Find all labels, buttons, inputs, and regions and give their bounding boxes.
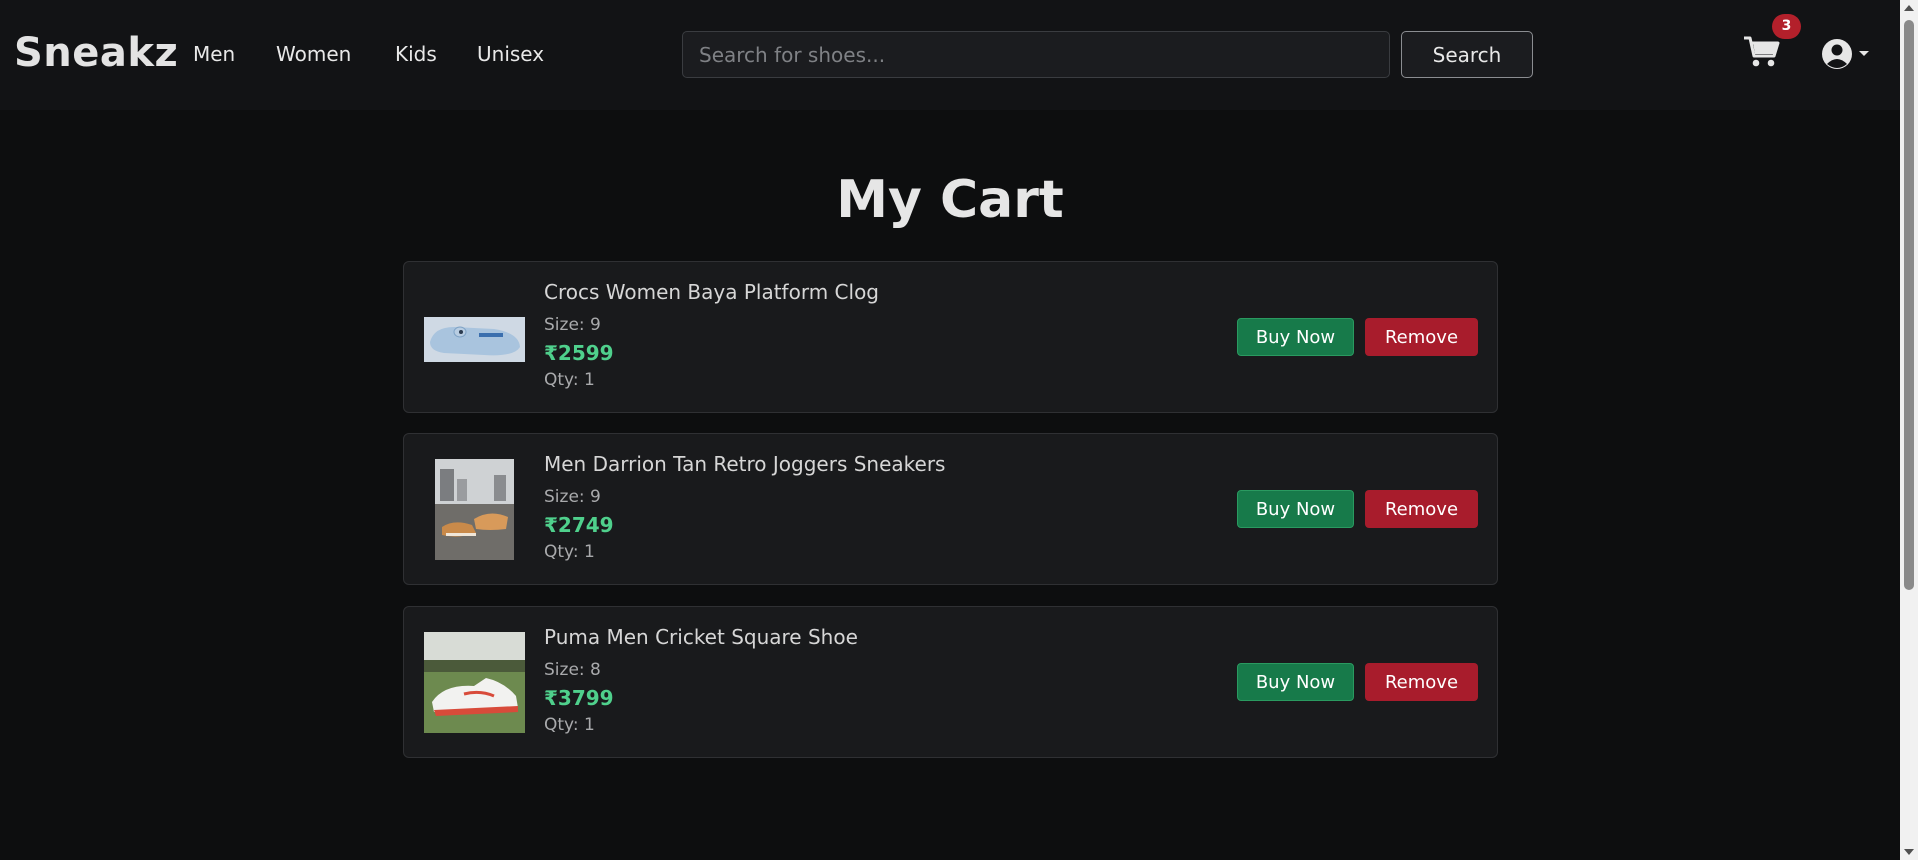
product-image[interactable] xyxy=(424,287,525,388)
navbar: Sneakz Men Women Kids Unisex Search 3 xyxy=(0,0,1900,110)
item-quantity: Qty: 1 xyxy=(544,715,595,735)
nav-link-unisex[interactable]: Unisex xyxy=(477,42,544,66)
product-image[interactable] xyxy=(424,632,525,733)
cart-button[interactable] xyxy=(1742,34,1782,70)
scroll-up-arrow-icon[interactable] xyxy=(1904,5,1914,11)
nav-link-kids[interactable]: Kids xyxy=(395,42,437,66)
shopping-cart-icon xyxy=(1744,36,1780,67)
search-input[interactable] xyxy=(682,31,1390,78)
cart-item: Puma Men Cricket Square Shoe Size: 8 ₹37… xyxy=(403,606,1498,758)
user-circle-icon xyxy=(1822,39,1852,69)
scroll-down-arrow-icon[interactable] xyxy=(1904,849,1914,855)
item-price: ₹2749 xyxy=(544,513,614,537)
item-name[interactable]: Men Darrion Tan Retro Joggers Sneakers xyxy=(544,452,945,476)
nav-link-men[interactable]: Men xyxy=(193,42,235,66)
remove-button[interactable]: Remove xyxy=(1365,663,1478,701)
item-name[interactable]: Puma Men Cricket Square Shoe xyxy=(544,625,858,649)
brand-logo[interactable]: Sneakz xyxy=(14,30,178,76)
remove-button[interactable]: Remove xyxy=(1365,318,1478,356)
cart-item: Men Darrion Tan Retro Joggers Sneakers S… xyxy=(403,433,1498,585)
caret-down-icon xyxy=(1859,51,1869,56)
item-size: Size: 9 xyxy=(544,487,601,507)
page-scrollbar[interactable] xyxy=(1900,0,1918,860)
cart-count-badge: 3 xyxy=(1772,14,1801,39)
item-name[interactable]: Crocs Women Baya Platform Clog xyxy=(544,280,879,304)
scrollbar-thumb[interactable] xyxy=(1904,20,1914,590)
buy-now-button[interactable]: Buy Now xyxy=(1237,663,1354,701)
user-menu-toggle[interactable] xyxy=(1820,36,1876,72)
item-size: Size: 9 xyxy=(544,315,601,335)
item-size: Size: 8 xyxy=(544,660,601,680)
search-button[interactable]: Search xyxy=(1401,31,1533,78)
item-quantity: Qty: 1 xyxy=(544,370,595,390)
buy-now-button[interactable]: Buy Now xyxy=(1237,490,1354,528)
nav-link-women[interactable]: Women xyxy=(276,42,351,66)
item-quantity: Qty: 1 xyxy=(544,542,595,562)
buy-now-button[interactable]: Buy Now xyxy=(1237,318,1354,356)
item-price: ₹3799 xyxy=(544,686,614,710)
item-price: ₹2599 xyxy=(544,341,614,365)
product-image[interactable] xyxy=(424,459,525,560)
cart-item: Crocs Women Baya Platform Clog Size: 9 ₹… xyxy=(403,261,1498,413)
remove-button[interactable]: Remove xyxy=(1365,490,1478,528)
page-title: My Cart xyxy=(836,170,1064,230)
